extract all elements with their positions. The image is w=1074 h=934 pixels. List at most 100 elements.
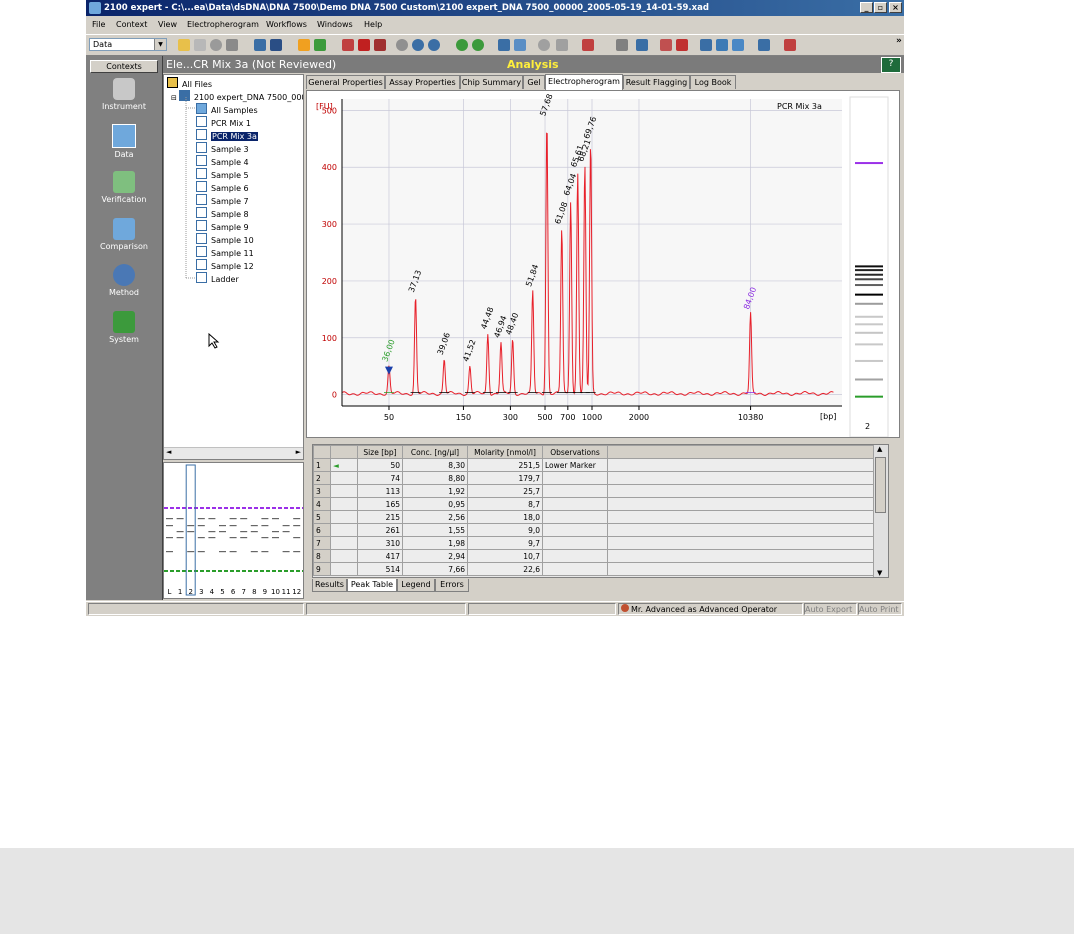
context-verification[interactable]: Verification [86,171,162,204]
tab-assay-properties[interactable]: Assay Properties [385,75,460,89]
table-row[interactable]: 7 310 1,98 9,7 [313,536,883,550]
tab-chip-summary[interactable]: Chip Summary [460,75,523,89]
molarity-cell: 10,7 [467,549,543,563]
system-icon [113,311,135,333]
export-icon[interactable] [314,39,326,51]
maximize-button[interactable]: ▫ [874,2,887,13]
menu-view[interactable]: View [158,20,177,29]
context-select[interactable]: Data ▼ [89,38,167,51]
table-icon[interactable] [700,39,712,51]
marker-icon[interactable] [582,39,594,51]
scroll-left-icon[interactable]: ◄ [166,448,171,456]
help-icon[interactable]: ? [881,57,901,73]
context-data[interactable]: Data [86,124,162,159]
hand-icon[interactable] [298,39,310,51]
tree-view-icon[interactable] [254,39,266,51]
menu-file[interactable]: File [92,20,105,29]
scroll-thumb[interactable] [875,457,886,513]
menu-electropherogram[interactable]: Electropherogram [187,20,259,29]
gel-thumbnail[interactable]: L 1 2 3 4 5 6 7 8 9 10 11 12 [163,462,304,599]
tab-peak-table[interactable]: Peak Table [347,579,397,592]
size-cell: 310 [357,536,403,550]
align-icon[interactable] [636,39,648,51]
pointer-icon[interactable] [616,39,628,51]
minimize-button[interactable]: _ [860,2,873,13]
lane-label: 3 [199,588,203,596]
tab-gel[interactable]: Gel [523,75,545,89]
menu-workflows[interactable]: Workflows [266,20,307,29]
contexts-header[interactable]: Contexts [90,60,158,73]
concentration-cell: 1,92 [402,484,468,498]
magnify-icon[interactable] [732,39,744,51]
context-comparison[interactable]: Comparison [86,218,162,251]
zoom-icon[interactable] [538,39,550,51]
table-row[interactable]: 9 514 7,66 22,6 [313,562,883,576]
table-row[interactable]: 8 417 2,94 10,7 [313,549,883,563]
tab-general-properties[interactable]: General Properties [306,75,385,89]
open-icon[interactable] [178,39,190,51]
play-icon[interactable] [412,39,424,51]
peak-table[interactable]: Size [bp] Conc. [ng/µl] Molarity [nmol/l… [312,444,889,578]
tab-errors[interactable]: Errors [435,579,469,592]
column-header[interactable]: Molarity [nmol/l] [467,445,543,459]
overlay-icon[interactable] [660,39,672,51]
molarity-cell: 251,5 [467,458,543,472]
tab-results[interactable]: Results [312,579,347,592]
table-row[interactable]: 3 113 1,92 25,7 [313,484,883,498]
menu-help[interactable]: Help [364,20,382,29]
grid-view-icon[interactable] [514,39,526,51]
compare-icon[interactable] [716,39,728,51]
zoom-area-icon[interactable] [556,39,568,51]
y-tick-label: 100 [322,334,337,343]
tab-result-flagging[interactable]: Result Flagging [623,75,690,89]
context-method[interactable]: Method [86,264,162,297]
table-row[interactable]: 1 ◄ 50 8,30 251,5 Lower Marker [313,458,883,472]
tools-icon[interactable] [784,39,796,51]
menu-windows[interactable]: Windows [317,20,353,29]
scroll-down-icon[interactable]: ▼ [877,569,882,577]
tab-log-book[interactable]: Log Book [690,75,736,89]
scroll-right-icon[interactable]: ► [296,448,301,456]
peaks-icon[interactable] [342,39,354,51]
baseline-icon[interactable] [676,39,688,51]
column-header[interactable]: Size [bp] [357,445,403,459]
table-row[interactable]: 6 261 1,55 9,0 [313,523,883,537]
menu-context[interactable]: Context [116,20,147,29]
tab-legend[interactable]: Legend [397,579,435,592]
lane-label: 11 [282,588,291,596]
settings-icon[interactable] [758,39,770,51]
disc-icon[interactable] [210,39,222,51]
report-icon[interactable] [374,39,386,51]
table-row[interactable]: 2 74 8,80 179,7 [313,471,883,485]
save-icon[interactable] [194,39,206,51]
table-row[interactable]: 4 165 0,95 8,7 [313,497,883,511]
table-row[interactable]: 5 215 2,56 18,0 [313,510,883,524]
x-tick-label: 700 [560,413,575,422]
tree-horizontal-scrollbar[interactable]: ◄ ► [164,447,303,459]
electropherogram-chart[interactable]: 0 100 200 300 400 500 50 150 300 500 700 1000 2000 1… [307,91,899,438]
tab-electropherogram[interactable]: Electropherogram [545,74,623,90]
stop-icon[interactable] [396,39,408,51]
concentration-cell: 1,55 [402,523,468,537]
auto-print-status[interactable]: Auto Print [858,603,902,615]
auto-export-status[interactable]: Auto Export [804,603,857,615]
scroll-up-icon[interactable]: ▲ [877,445,882,453]
toolbar-overflow-icon[interactable]: » [896,36,902,46]
forward-icon[interactable] [472,39,484,51]
observation-cell [542,549,608,563]
pause-icon[interactable] [428,39,440,51]
chart-icon[interactable] [358,39,370,51]
back-icon[interactable] [456,39,468,51]
gel-band [855,315,883,318]
column-header[interactable]: Conc. [ng/µl] [402,445,468,459]
column-header[interactable]: Observations [542,445,608,459]
row-number: 7 [313,536,331,550]
print-icon[interactable] [226,39,238,51]
context-instrument[interactable]: Instrument [86,78,162,111]
peak-table-scrollbar[interactable]: ▲ ▼ [873,445,888,577]
context-system[interactable]: System [86,311,162,344]
close-button[interactable]: × [889,2,902,13]
panel-view-icon[interactable] [270,39,282,51]
chevron-down-icon[interactable]: ▼ [154,39,166,50]
single-view-icon[interactable] [498,39,510,51]
